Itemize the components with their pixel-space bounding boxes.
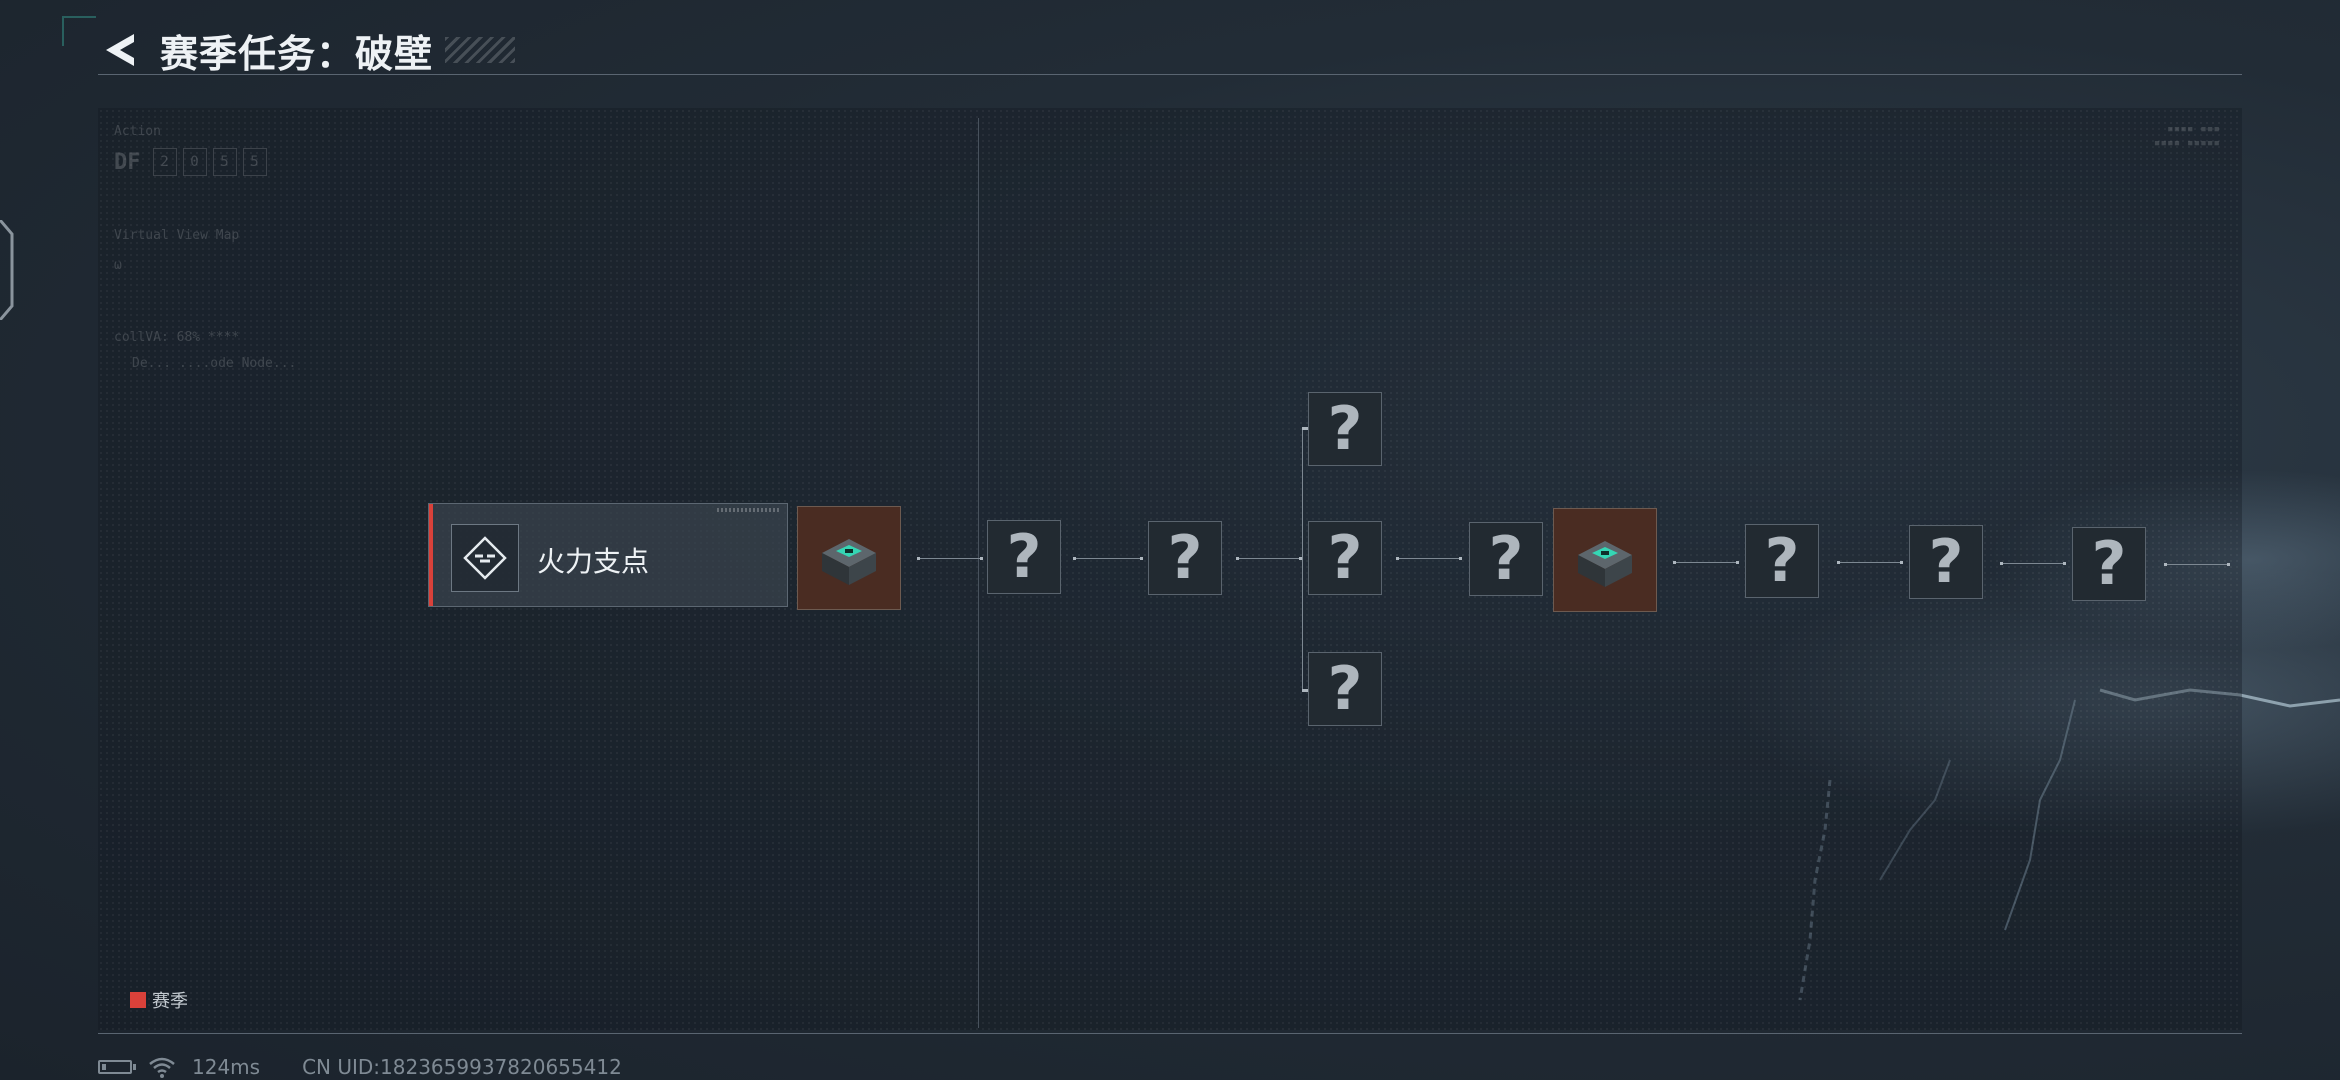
hud-code-prefix: DF (114, 149, 141, 175)
hud-corner-text: ▪▪▪▪ ▪▪▪ ▪▪▪▪ ▪▪▪▪▪ (2153, 122, 2220, 149)
hud-label: Virtual View Map (114, 228, 240, 243)
chain-connector (1837, 561, 1903, 564)
back-arrow-icon (106, 34, 134, 66)
locked-quest-node[interactable]: ? (1148, 521, 1222, 595)
legend: 赛季 (130, 987, 188, 1013)
quest-start-label: 火力支点 (537, 545, 650, 578)
battery-icon (98, 1060, 136, 1074)
chain-connector (1396, 557, 1462, 560)
chain-connector (1236, 557, 1302, 560)
chain-connector (2000, 562, 2066, 565)
hud-code-digit: 2 (152, 148, 177, 176)
title-decoration (445, 37, 516, 63)
locked-quest-node[interactable]: ? (987, 520, 1061, 594)
hud-label: collVA: 68% **** (114, 330, 240, 345)
chain-connector (1073, 557, 1143, 560)
corner-frame-mark (62, 16, 96, 46)
panel-divider (978, 118, 979, 1028)
hud-label: Action (114, 124, 161, 139)
fire-support-icon-box (451, 524, 519, 592)
hud-label: ω (114, 258, 122, 273)
hud-code-digit: 5 (242, 148, 267, 176)
reward-crate[interactable] (1553, 508, 1657, 612)
legend-swatch (130, 992, 146, 1008)
footer-divider (98, 1033, 2242, 1034)
chain-connector (917, 557, 983, 560)
locked-quest-node[interactable]: ? (1308, 392, 1382, 466)
locked-quest-node[interactable]: ? (1308, 521, 1382, 595)
header-divider (98, 74, 2242, 75)
branch-connector (1302, 428, 1303, 690)
user-uid: CN UID:1823659937820655412 (302, 1055, 622, 1079)
locked-quest-node[interactable]: ? (1745, 524, 1819, 598)
wifi-icon (149, 1057, 175, 1078)
side-tab-handle[interactable] (0, 220, 14, 320)
reward-crate[interactable] (797, 506, 901, 610)
supply-crate-icon (822, 539, 876, 585)
card-decoration (717, 508, 781, 512)
locked-quest-node[interactable]: ? (2072, 527, 2146, 601)
chain-connector (1673, 561, 1739, 564)
locked-quest-node[interactable]: ? (1469, 522, 1543, 596)
hud-label: De... ....ode Node... (132, 356, 297, 371)
hud-code-digit: 5 (212, 148, 237, 176)
hud-code: DF 2 0 5 5 (114, 148, 267, 176)
hud-code-digit: 0 (182, 148, 207, 176)
latency-readout: 124ms (192, 1055, 261, 1079)
legend-label: 赛季 (152, 991, 188, 1012)
locked-quest-node[interactable]: ? (1308, 652, 1382, 726)
page-header: 赛季任务：破壁 (98, 22, 516, 78)
supply-crate-icon (1578, 541, 1632, 587)
chain-connector (2164, 563, 2230, 566)
status-bar: 124ms CN UID:1823659937820655412 (98, 1055, 622, 1079)
back-button[interactable] (98, 28, 142, 72)
page-title: 赛季任务：破壁 (160, 31, 434, 76)
quest-start-card[interactable]: 火力支点 (428, 503, 788, 607)
locked-quest-node[interactable]: ? (1909, 525, 1983, 599)
fire-support-icon (463, 536, 507, 580)
season-marker (429, 504, 433, 606)
